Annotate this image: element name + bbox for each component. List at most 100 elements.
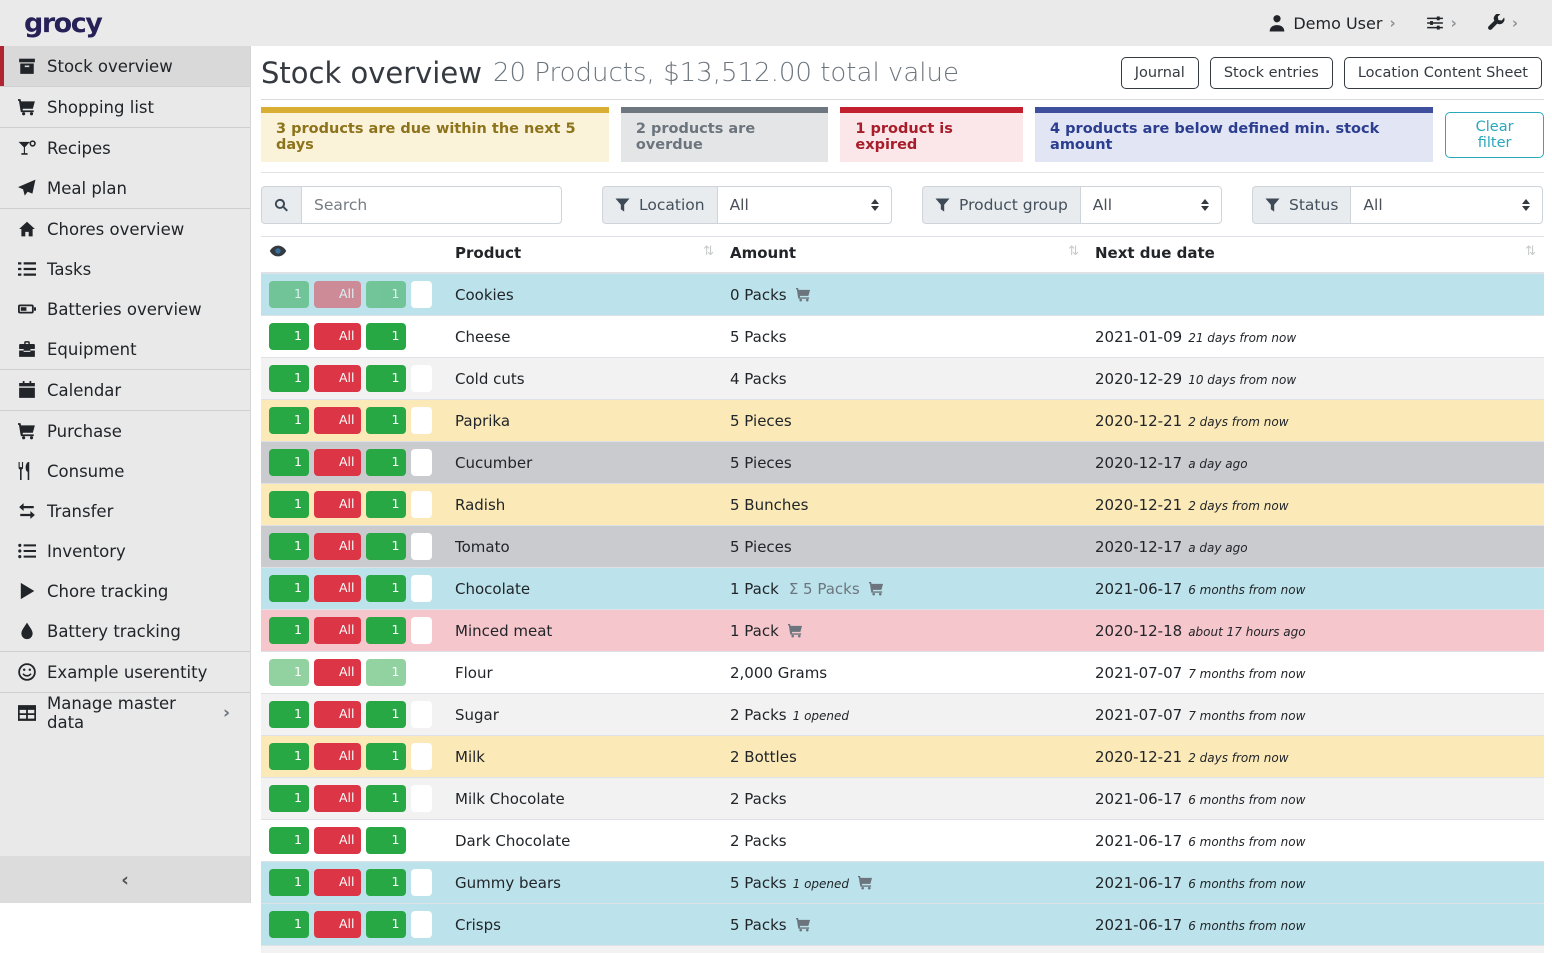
sidebar-item-chores-overview[interactable]: Chores overview — [0, 209, 250, 249]
open-one-button[interactable]: 1 — [366, 911, 406, 938]
row-menu-button[interactable] — [411, 533, 432, 560]
open-one-button[interactable]: 1 — [366, 281, 406, 308]
row-menu-button[interactable] — [411, 617, 432, 644]
open-one-button[interactable]: 1 — [366, 869, 406, 896]
column-header-product[interactable]: Product ⇅ — [447, 237, 722, 274]
open-one-button[interactable]: 1 — [366, 785, 406, 812]
stock-entries-button[interactable]: Stock entries — [1210, 57, 1333, 89]
consume-all-button[interactable]: All — [314, 449, 362, 476]
sidebar-item-consume[interactable]: Consume — [0, 451, 250, 491]
consume-all-button[interactable]: All — [314, 575, 362, 602]
consume-all-button[interactable]: All — [314, 743, 362, 770]
consume-one-button[interactable]: 1 — [269, 449, 309, 476]
consume-all-button[interactable]: All — [314, 323, 362, 350]
alert-info[interactable]: 4 products are below defined min. stock … — [1035, 107, 1433, 162]
search-input[interactable] — [301, 186, 562, 224]
consume-one-button[interactable]: 1 — [269, 323, 309, 350]
column-visibility-header[interactable] — [261, 237, 447, 274]
location-select[interactable]: All — [717, 186, 892, 224]
row-menu-button[interactable] — [411, 785, 432, 812]
clear-filter-button[interactable]: Clear filter — [1445, 112, 1544, 158]
consume-all-button[interactable]: All — [314, 365, 362, 392]
sidebar-item-batteries-overview[interactable]: Batteries overview — [0, 289, 250, 329]
open-one-button[interactable]: 1 — [366, 407, 406, 434]
column-header-next-due-date[interactable]: Next due date ⇅ — [1087, 237, 1544, 274]
row-menu-button[interactable] — [411, 575, 432, 602]
shopping-cart-icon[interactable] — [857, 875, 874, 890]
consume-all-button[interactable]: All — [314, 659, 362, 686]
consume-all-button[interactable]: All — [314, 785, 362, 812]
alert-warning[interactable]: 3 products are due within the next 5 day… — [261, 107, 609, 162]
sidebar-item-calendar[interactable]: Calendar — [0, 370, 250, 410]
app-logo[interactable]: grocy — [24, 8, 101, 39]
open-one-button[interactable]: 1 — [366, 533, 406, 560]
sidebar-item-stock-overview[interactable]: Stock overview — [0, 46, 250, 86]
sidebar-item-inventory[interactable]: Inventory — [0, 531, 250, 571]
alert-danger[interactable]: 1 product is expired — [840, 107, 1023, 162]
open-one-button[interactable]: 1 — [366, 701, 406, 728]
open-one-button[interactable]: 1 — [366, 491, 406, 518]
row-menu-button[interactable] — [411, 323, 432, 350]
open-one-button[interactable]: 1 — [366, 449, 406, 476]
shopping-cart-icon[interactable] — [795, 917, 812, 932]
row-menu-button[interactable] — [411, 491, 432, 518]
sidebar-item-example-userentity[interactable]: Example userentity — [0, 652, 250, 692]
sidebar-item-battery-tracking[interactable]: Battery tracking — [0, 611, 250, 651]
user-menu[interactable]: Demo User › — [1268, 14, 1395, 33]
consume-all-button[interactable]: All — [314, 911, 362, 938]
consume-one-button[interactable]: 1 — [269, 743, 309, 770]
consume-one-button[interactable]: 1 — [269, 827, 309, 854]
settings-menu[interactable]: › — [1426, 14, 1457, 32]
shopping-cart-icon[interactable] — [795, 287, 812, 302]
consume-one-button[interactable]: 1 — [269, 281, 309, 308]
consume-one-button[interactable]: 1 — [269, 911, 309, 938]
consume-one-button[interactable]: 1 — [269, 365, 309, 392]
row-menu-button[interactable] — [411, 449, 432, 476]
consume-all-button[interactable]: All — [314, 407, 362, 434]
row-menu-button[interactable] — [411, 701, 432, 728]
row-menu-button[interactable] — [411, 659, 432, 686]
journal-button[interactable]: Journal — [1121, 57, 1199, 89]
sort-icon[interactable]: ⇅ — [1525, 244, 1536, 259]
consume-one-button[interactable]: 1 — [269, 533, 309, 560]
sidebar-item-meal-plan[interactable]: Meal plan — [0, 168, 250, 208]
product-group-select[interactable]: All — [1080, 186, 1222, 224]
sidebar-item-purchase[interactable]: Purchase — [0, 411, 250, 451]
row-menu-button[interactable] — [411, 365, 432, 392]
shopping-cart-icon[interactable] — [868, 581, 885, 596]
open-one-button[interactable]: 1 — [366, 617, 406, 644]
sidebar-item-tasks[interactable]: Tasks — [0, 249, 250, 289]
consume-all-button[interactable]: All — [314, 533, 362, 560]
consume-all-button[interactable]: All — [314, 869, 362, 896]
open-one-button[interactable]: 1 — [366, 575, 406, 602]
sidebar-collapse-button[interactable]: ‹ — [0, 856, 250, 903]
sidebar-item-recipes[interactable]: Recipes — [0, 128, 250, 168]
row-menu-button[interactable] — [411, 827, 432, 854]
sidebar-item-equipment[interactable]: Equipment — [0, 329, 250, 369]
row-menu-button[interactable] — [411, 281, 432, 308]
consume-all-button[interactable]: All — [314, 617, 362, 644]
sort-icon[interactable]: ⇅ — [1068, 244, 1079, 259]
sort-icon[interactable]: ⇅ — [703, 244, 714, 259]
row-menu-button[interactable] — [411, 869, 432, 896]
column-header-amount[interactable]: Amount ⇅ — [722, 237, 1087, 274]
admin-menu[interactable]: › — [1487, 14, 1518, 32]
consume-all-button[interactable]: All — [314, 491, 362, 518]
row-menu-button[interactable] — [411, 743, 432, 770]
open-one-button[interactable]: 1 — [366, 827, 406, 854]
sidebar-item-transfer[interactable]: Transfer — [0, 491, 250, 531]
row-menu-button[interactable] — [411, 911, 432, 938]
sidebar-item-shopping-list[interactable]: Shopping list — [0, 87, 250, 127]
open-one-button[interactable]: 1 — [366, 659, 406, 686]
consume-one-button[interactable]: 1 — [269, 659, 309, 686]
consume-one-button[interactable]: 1 — [269, 407, 309, 434]
location-content-sheet-button[interactable]: Location Content Sheet — [1344, 57, 1542, 89]
consume-all-button[interactable]: All — [314, 827, 362, 854]
shopping-cart-icon[interactable] — [787, 623, 804, 638]
consume-all-button[interactable]: All — [314, 281, 362, 308]
open-one-button[interactable]: 1 — [366, 743, 406, 770]
open-one-button[interactable]: 1 — [366, 365, 406, 392]
consume-one-button[interactable]: 1 — [269, 575, 309, 602]
alert-secondary[interactable]: 2 products are overdue — [621, 107, 829, 162]
status-select[interactable]: All — [1350, 186, 1543, 224]
